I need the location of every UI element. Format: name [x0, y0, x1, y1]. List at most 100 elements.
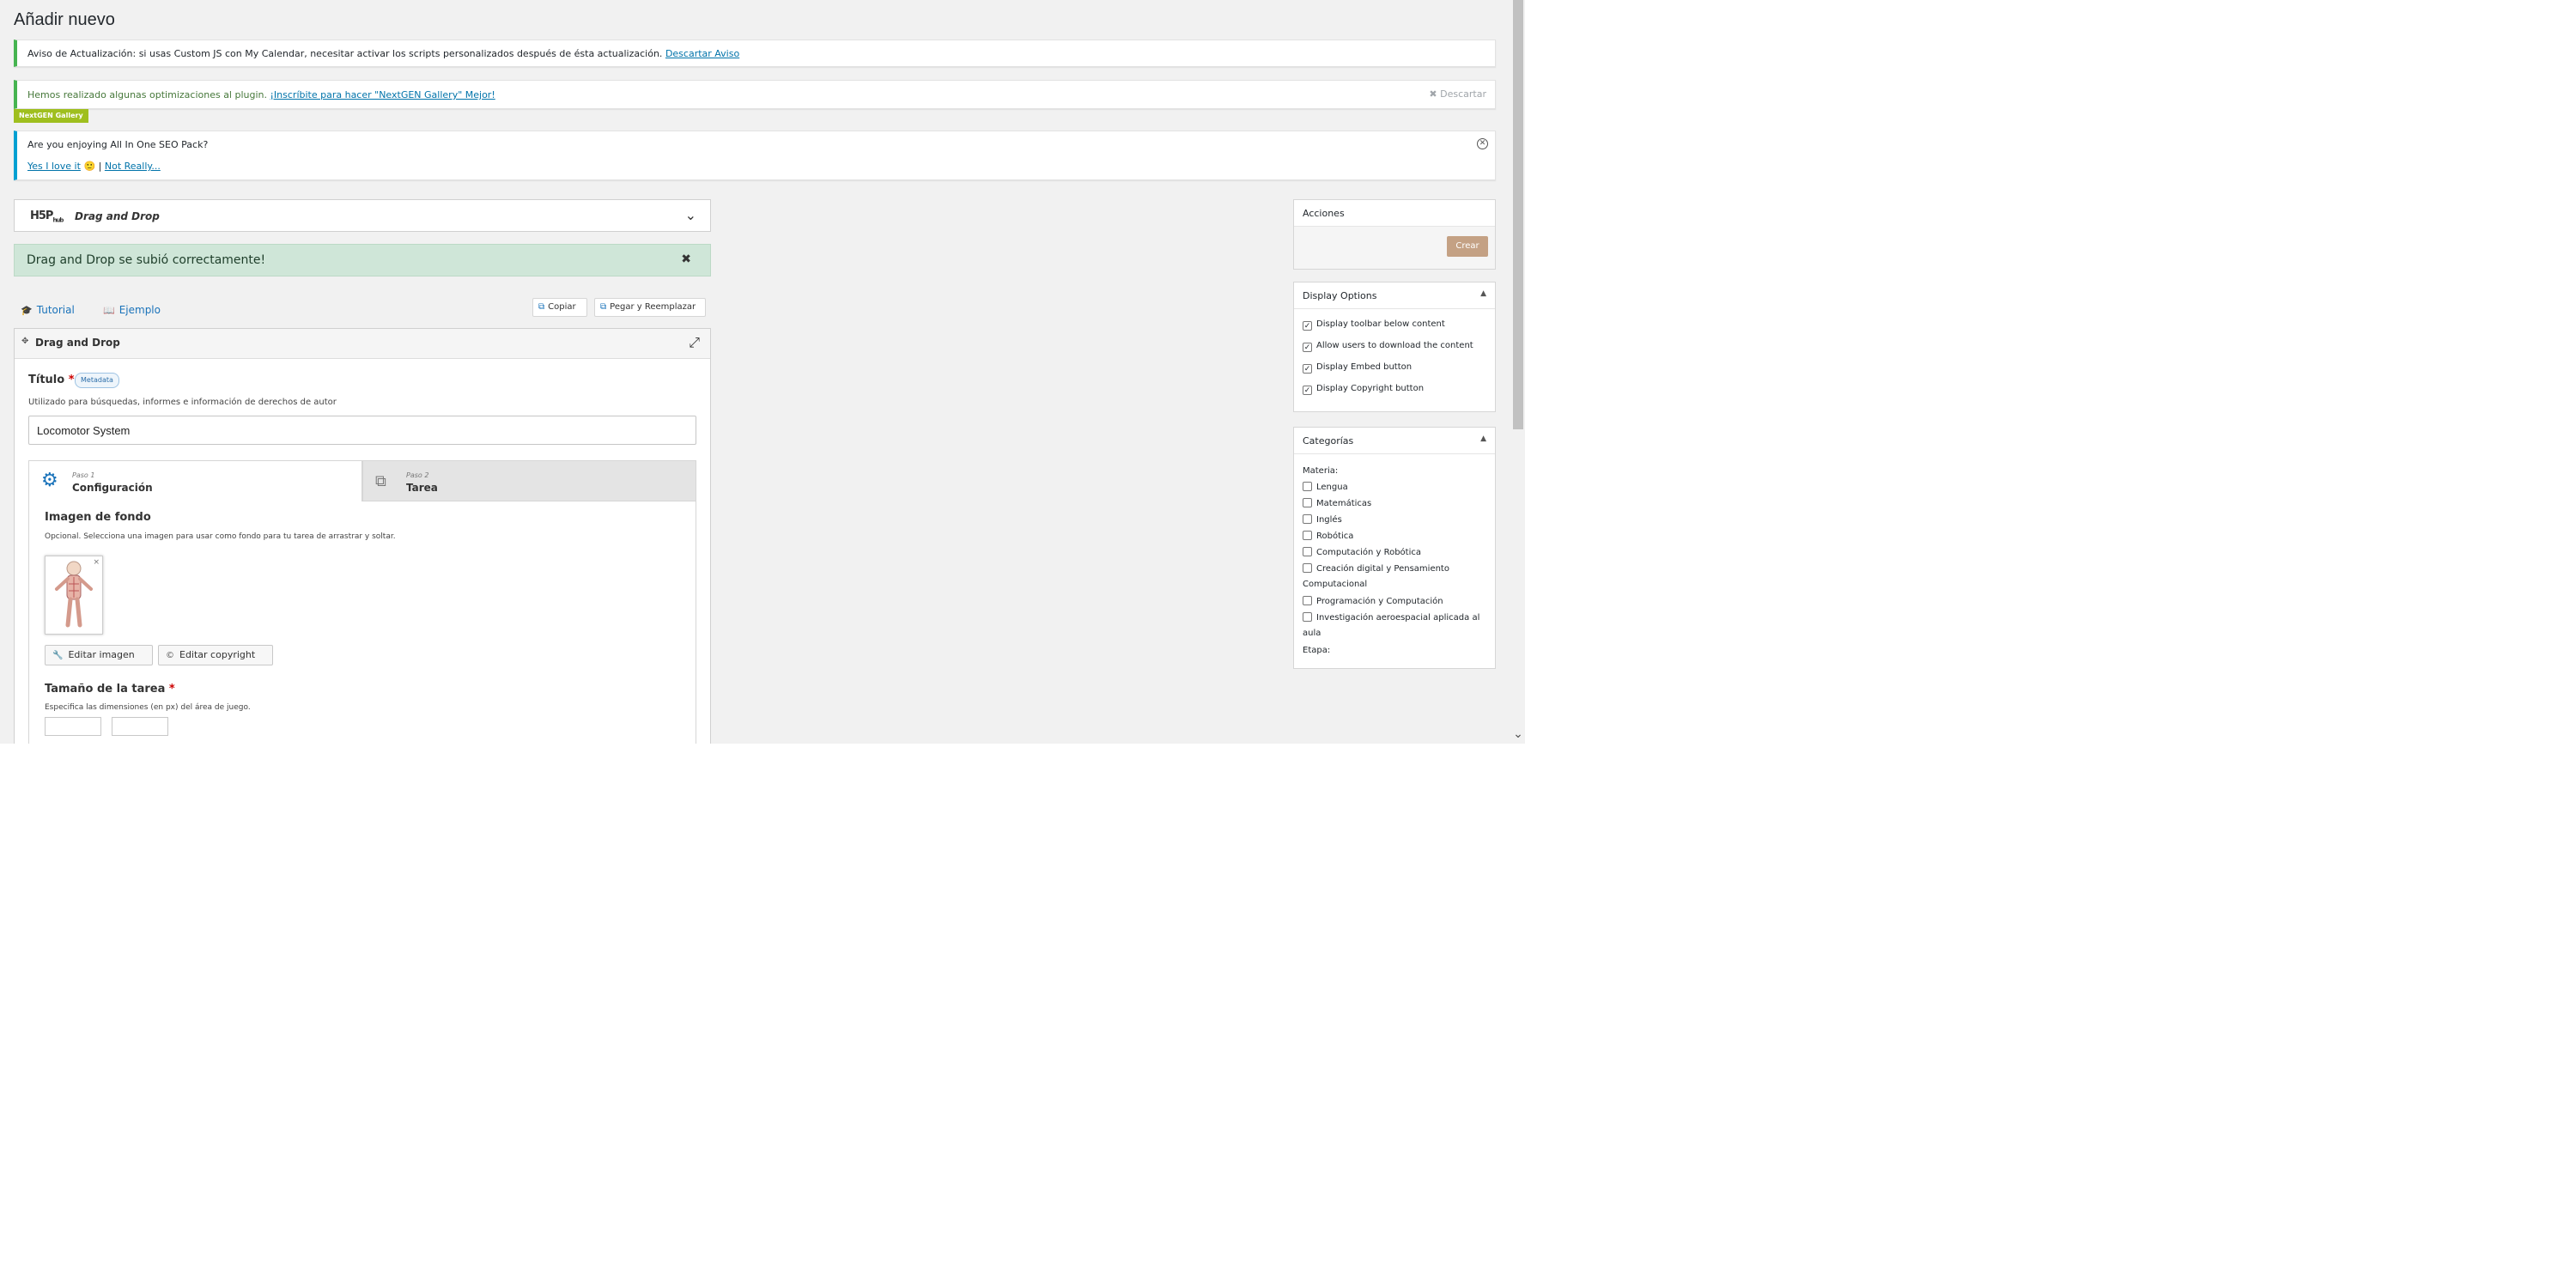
nextgen-dismiss-label: Descartar	[1440, 88, 1486, 100]
browser-viewport: Añadir nuevo Aviso de Actualización: si …	[0, 0, 1525, 744]
category-item[interactable]: Matemáticas	[1303, 496, 1492, 512]
checkbox[interactable]	[1303, 514, 1312, 524]
smile-icon: 🙂	[83, 161, 96, 172]
categories-header[interactable]: Categorías ▲	[1294, 428, 1495, 454]
category-item[interactable]: Computación y Robótica	[1303, 545, 1492, 561]
display-option-copyright[interactable]: ✓ Display Copyright button	[1303, 384, 1424, 395]
paste-label: Pegar y Reemplazar	[610, 302, 696, 312]
display-option-embed[interactable]: ✓ Display Embed button	[1303, 362, 1412, 374]
h5p-logo-text: H5P	[30, 210, 53, 222]
checkbox-checked-icon[interactable]: ✓	[1303, 343, 1312, 352]
display-options-title: Display Options	[1303, 290, 1377, 301]
category-item[interactable]: Programación y Computación	[1303, 594, 1492, 610]
width-input[interactable]	[45, 717, 101, 736]
configuration-panel: Imagen de fondo Opcional. Selecciona una…	[28, 501, 696, 744]
category-label: Computación y Robótica	[1316, 548, 1421, 557]
task-size-label: Tamaño de la tarea	[45, 683, 166, 696]
category-label: Inglés	[1316, 515, 1342, 525]
edit-copyright-button[interactable]: © Editar copyright	[158, 645, 273, 665]
title-input[interactable]	[28, 416, 696, 445]
copy-icon: ⧉	[538, 302, 545, 312]
category-item[interactable]: Robótica	[1303, 529, 1492, 544]
checkbox[interactable]	[1303, 596, 1312, 605]
materia-label: Materia:	[1303, 466, 1339, 476]
task-size-heading: Tamaño de la tarea *	[45, 683, 175, 696]
category-label: Lengua	[1316, 483, 1348, 492]
height-input[interactable]	[112, 717, 168, 736]
checkbox-checked-icon[interactable]: ✓	[1303, 321, 1312, 331]
checkbox[interactable]	[1303, 547, 1312, 556]
h5p-library-selector[interactable]: H5Phub Drag and Drop ⌄	[14, 199, 711, 232]
update-notice-text: Aviso de Actualización: si usas Custom J…	[27, 48, 739, 59]
wrench-icon: 🔧	[52, 651, 64, 660]
close-icon: ✕	[1479, 139, 1486, 148]
background-image-thumbnail[interactable]: ×	[45, 556, 103, 635]
aioseo-notice: Are you enjoying All In One SEO Pack? Ye…	[14, 131, 1496, 180]
display-options-header[interactable]: Display Options ▲	[1294, 283, 1495, 309]
aioseo-no-link[interactable]: Not Really...	[105, 161, 161, 172]
page-scrollbar[interactable]: ⌄	[1511, 0, 1525, 744]
example-link[interactable]: 📖 Ejemplo	[103, 304, 161, 316]
tab-configuration[interactable]: ⚙ Paso 1 Configuración	[28, 460, 362, 501]
option-label: Display Embed button	[1316, 362, 1413, 372]
checkbox-checked-icon[interactable]: ✓	[1303, 386, 1312, 395]
display-option-download[interactable]: ✓ Allow users to download the content	[1303, 341, 1473, 352]
display-option-toolbar[interactable]: ✓ Display toolbar below content	[1303, 319, 1445, 331]
page-title: Añadir nuevo	[14, 10, 115, 29]
paste-replace-button[interactable]: ⧉ Pegar y Reemplazar	[594, 298, 706, 317]
option-label: Display Copyright button	[1316, 384, 1425, 393]
task-size-description: Especifica las dimensiones (en px) del á…	[45, 703, 251, 712]
category-item[interactable]: Lengua	[1303, 480, 1492, 495]
remove-image-icon[interactable]: ×	[93, 558, 100, 567]
tab-task[interactable]: ⧉ Paso 2 Tarea	[362, 460, 696, 501]
categories-title: Categorías	[1303, 435, 1354, 447]
nextgen-dismiss-button[interactable]: ✖ Descartar	[1429, 88, 1486, 100]
h5p-logo: H5Phub	[30, 210, 64, 224]
tab-label: Tarea	[406, 482, 438, 494]
category-item[interactable]: Creación digital y Pensamiento Computaci…	[1303, 562, 1492, 592]
checkbox[interactable]	[1303, 482, 1312, 491]
display-options-box: Display Options ▲ ✓ Display toolbar below…	[1293, 282, 1496, 412]
etapa-label: Etapa:	[1303, 646, 1331, 655]
category-item[interactable]: Investigación aeroespacial aplicada al a…	[1303, 611, 1492, 641]
chevron-down-icon[interactable]: ⌄	[685, 207, 696, 223]
edit-copyright-label: Editar copyright	[179, 649, 256, 660]
close-icon[interactable]: ✖	[681, 252, 691, 266]
title-label-text: Título	[28, 374, 65, 386]
aioseo-question: Are you enjoying All In One SEO Pack?	[27, 139, 209, 150]
metadata-button[interactable]: Metadata	[75, 373, 119, 388]
close-icon: ✖	[1429, 88, 1437, 100]
tutorial-link[interactable]: 🎓 Tutorial	[21, 304, 75, 316]
copy-button[interactable]: ⧉ Copiar	[532, 298, 587, 317]
fullscreen-icon[interactable]: ⤢	[689, 334, 700, 351]
checkbox[interactable]	[1303, 531, 1312, 540]
aioseo-close-button[interactable]: ✕	[1477, 138, 1488, 149]
h5p-library-title: Drag and Drop	[75, 210, 160, 222]
option-label: Display toolbar below content	[1316, 319, 1445, 329]
checkbox[interactable]	[1303, 498, 1312, 507]
collapse-icon[interactable]: ▲	[1480, 434, 1486, 443]
checkbox[interactable]	[1303, 563, 1312, 573]
checkbox[interactable]	[1303, 612, 1312, 622]
checkbox-checked-icon[interactable]: ✓	[1303, 364, 1312, 374]
category-label: Investigación aeroespacial aplicada al a…	[1303, 613, 1480, 638]
dismiss-notice-link[interactable]: Descartar Aviso	[665, 48, 739, 59]
aioseo-links: Yes I love it 🙂 | Not Really...	[27, 161, 161, 172]
collapse-icon[interactable]: ▲	[1480, 289, 1486, 298]
book-icon: 📖	[103, 305, 115, 316]
category-item[interactable]: Inglés	[1303, 513, 1492, 528]
create-button[interactable]: Crear	[1447, 236, 1488, 257]
anatomy-figure-image	[55, 561, 93, 628]
aioseo-yes-link[interactable]: Yes I love it	[27, 161, 81, 172]
scroll-down-icon[interactable]: ⌄	[1513, 728, 1523, 740]
category-label: Creación digital y Pensamiento Computaci…	[1303, 564, 1449, 589]
categories-box: Categorías ▲ Materia: Lengua Matemáticas…	[1293, 427, 1496, 669]
edit-image-button[interactable]: 🔧 Editar imagen	[45, 645, 153, 665]
step-tabs: ⚙ Paso 1 Configuración ⧉ Paso 2 Tarea	[28, 460, 696, 501]
drag-drop-icon: ✥	[21, 337, 29, 346]
scrollbar-thumb[interactable]	[1513, 0, 1523, 429]
category-label: Robótica	[1316, 532, 1354, 541]
tab-label: Configuración	[72, 482, 153, 494]
nextgen-signup-link[interactable]: ¡Inscríbite para hacer "NextGEN Gallery"…	[270, 89, 495, 100]
title-field-description: Utilizado para búsquedas, informes e inf…	[28, 398, 337, 407]
